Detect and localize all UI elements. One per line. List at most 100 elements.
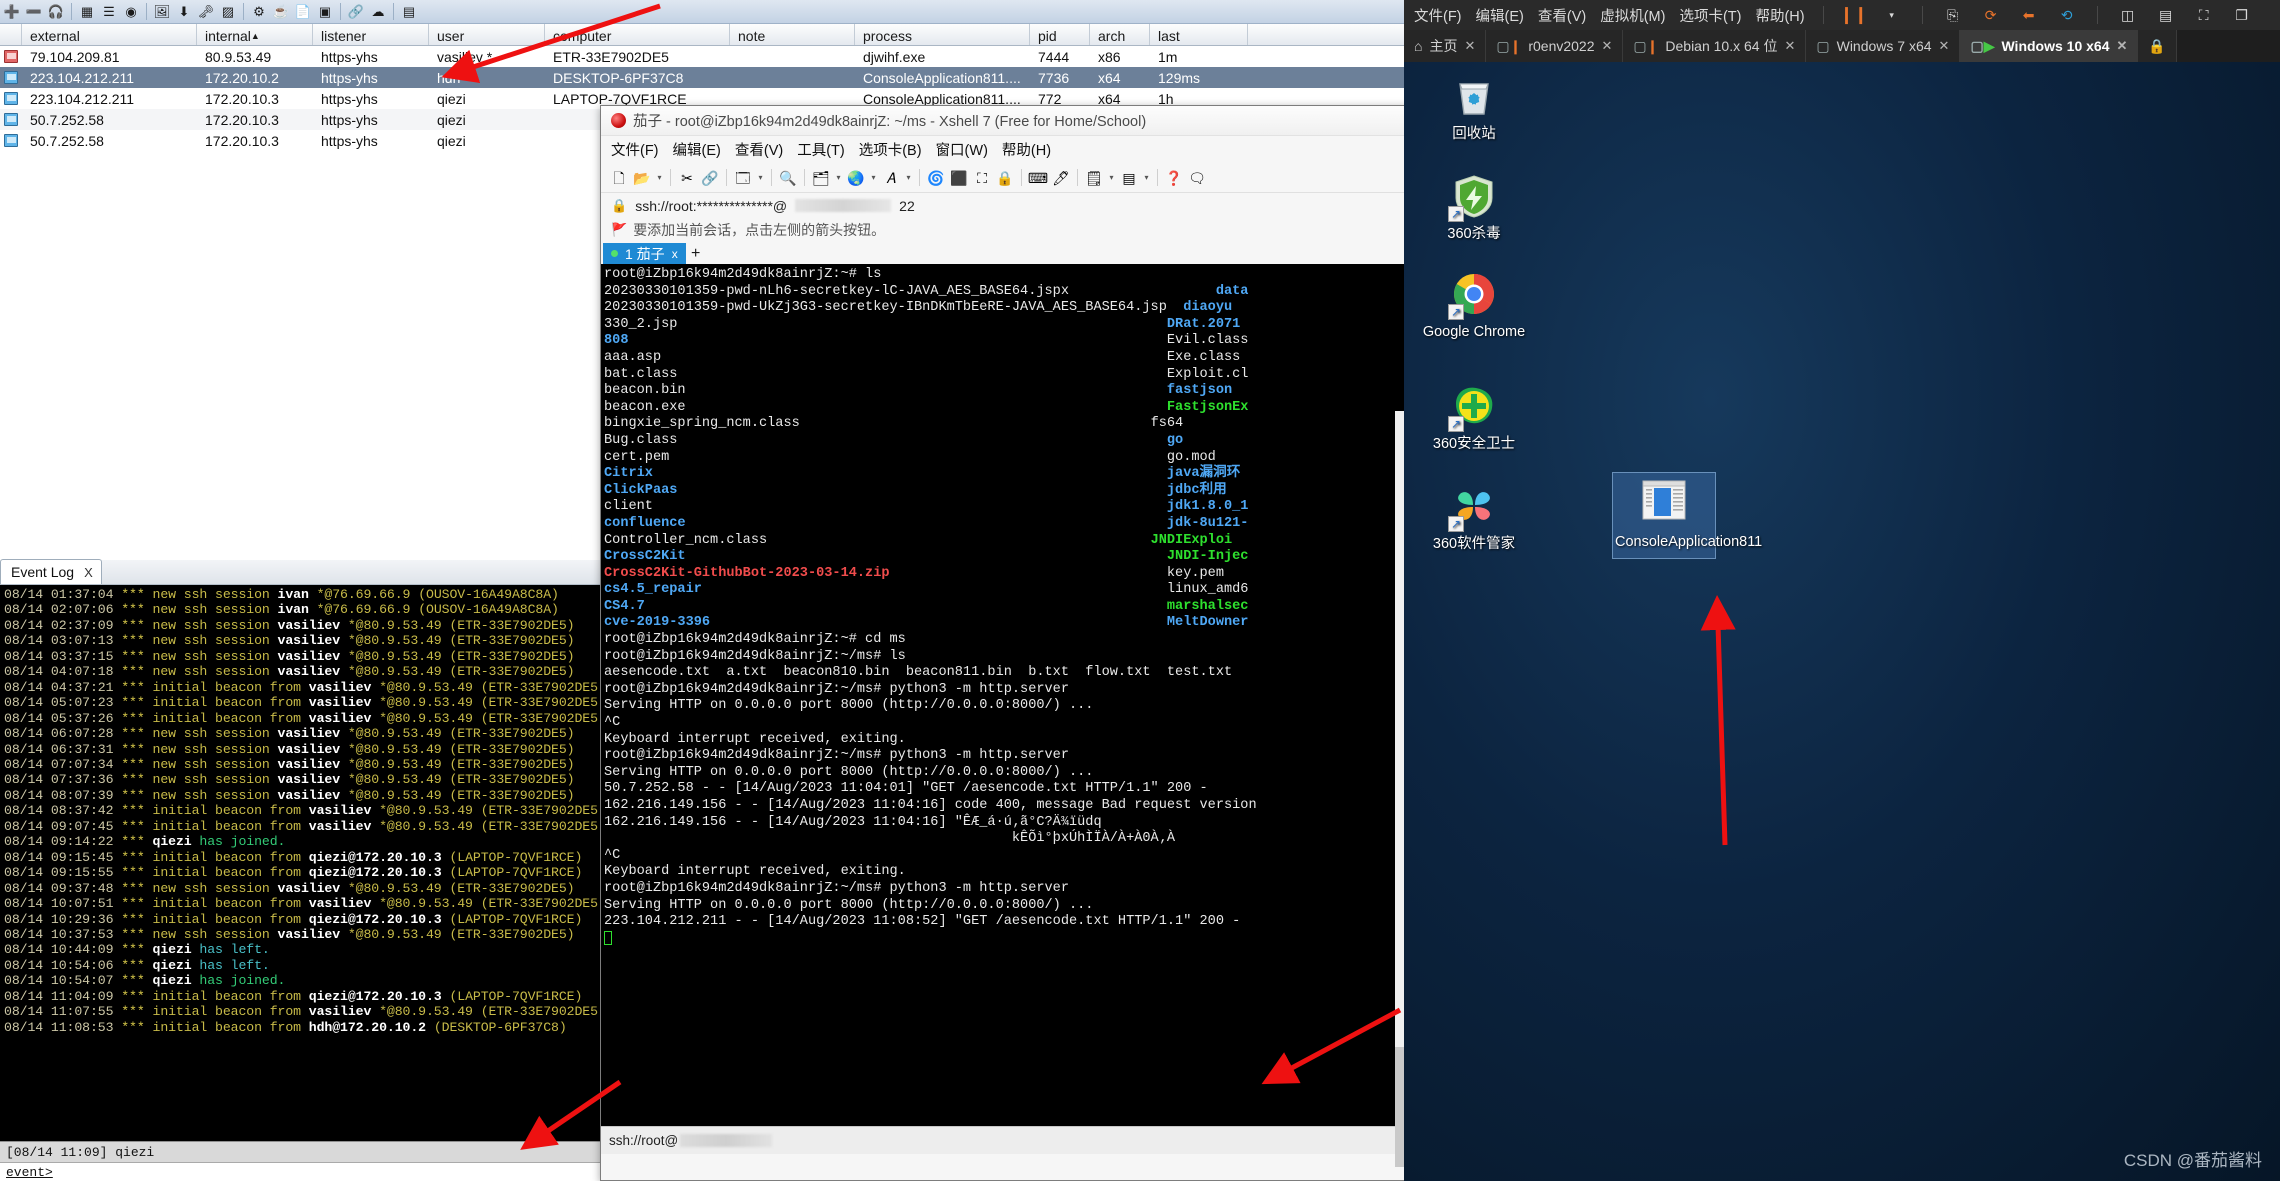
find-icon[interactable]: 🔍 <box>778 168 798 188</box>
windows-desktop[interactable]: 回收站 ↗ 360杀毒 ↗ Google Chrome ↗ 360安全卫士 ↗ … <box>1404 62 2280 1181</box>
cloud-icon[interactable]: ☁ <box>368 2 388 21</box>
snapshot-icon[interactable]: ⎘ <box>1941 4 1965 26</box>
keyboard-icon[interactable]: ⌨ <box>1028 168 1048 188</box>
close-icon[interactable]: ✕ <box>1464 38 1475 54</box>
highlight-icon[interactable]: 🖊 <box>1051 168 1071 188</box>
column-header-internal[interactable]: internal ▲ <box>197 24 313 45</box>
new-session-icon[interactable]: 🗋 <box>609 168 629 188</box>
column-header-user[interactable]: user <box>429 24 545 45</box>
vmware-menu-选项卡t[interactable]: 选项卡(T) <box>1679 5 1741 26</box>
session-properties-icon[interactable]: 🗔 <box>733 168 753 188</box>
close-icon[interactable]: X <box>84 565 93 580</box>
snapshot-manager-icon[interactable]: ⟲ <box>2055 4 2079 26</box>
add-note-icon[interactable]: 🗒 <box>1084 168 1104 188</box>
close-icon[interactable]: ✕ <box>1784 38 1795 54</box>
credentials-icon[interactable]: 🗝 <box>196 2 216 21</box>
disconnect-icon[interactable]: ➖ <box>24 2 44 21</box>
vmware-tab-1[interactable]: ▢❙ r0env2022 ✕ <box>1486 30 1624 62</box>
xshell-address-bar[interactable]: 🔒 ssh://root:**************@ 22 <box>601 193 1409 218</box>
xshell-menu-文件f[interactable]: 文件(F) <box>611 139 659 160</box>
column-header-last[interactable]: last <box>1150 24 1248 45</box>
tab-event-log[interactable]: Event Log X <box>0 559 102 584</box>
fullscreen-icon[interactable]: ⛶ <box>972 168 992 188</box>
xshell-menu-帮助h[interactable]: 帮助(H) <box>1002 139 1051 160</box>
snapshot-revert-icon[interactable]: ⬅ <box>2017 4 2041 26</box>
xshell-session-tab[interactable]: 1 茄子 x <box>603 243 686 264</box>
desktop-icon-console-application811[interactable]: ConsoleApplication811 <box>1612 472 1762 559</box>
help-icon[interactable]: ▤ <box>399 2 419 21</box>
new-connection-icon[interactable]: ➕ <box>2 2 22 21</box>
xshell-terminal[interactable]: root@iZbp16k94m2d49dk8ainrjZ:~# ls 202303… <box>601 264 1409 1126</box>
change-view-icon[interactable]: ▦ <box>77 2 97 21</box>
vmware-menu-文件f[interactable]: 文件(F) <box>1414 5 1462 26</box>
vmware-tab-0[interactable]: ⌂ 主页 ✕ <box>1404 30 1487 62</box>
xshell-menu-选项卡b[interactable]: 选项卡(B) <box>859 139 922 160</box>
vmware-tab-3[interactable]: ▢ Windows 7 x64 ✕ <box>1806 30 1961 62</box>
chevron-down-icon[interactable]: ▾ <box>756 168 765 188</box>
settings-icon[interactable]: ⚙ <box>249 2 269 21</box>
chevron-down-icon[interactable]: ▾ <box>1142 168 1151 188</box>
table-row[interactable]: 223.104.212.211 172.20.10.2 https-yhs hdh DE… <box>0 67 1404 88</box>
column-header-note[interactable]: note <box>730 24 855 45</box>
xshell-menu-编辑e[interactable]: 编辑(E) <box>673 139 721 160</box>
column-header-process[interactable]: process <box>855 24 1030 45</box>
open-folder-icon[interactable]: 📂 <box>632 168 652 188</box>
vmware-tab-2[interactable]: ▢❙ Debian 10.x 64 位 ✕ <box>1623 30 1807 62</box>
chevron-down-icon[interactable]: ▾ <box>869 168 878 188</box>
xshell-icon[interactable]: 🌀 <box>926 168 946 188</box>
layout-d-icon[interactable]: ❐ <box>2230 4 2254 26</box>
close-icon[interactable]: x <box>672 247 678 261</box>
targets-icon[interactable]: ☰ <box>99 2 119 21</box>
close-icon[interactable]: ✕ <box>1939 38 1950 54</box>
desktop-icon-360-antivirus[interactable]: ↗ 360杀毒 <box>1422 172 1526 243</box>
lock-icon[interactable]: 🔒 <box>995 168 1015 188</box>
download-icon[interactable]: ⬇ <box>174 2 194 21</box>
listeners-icon[interactable]: 🎧 <box>46 2 66 21</box>
vmware-menu-虚拟机m[interactable]: 虚拟机(M) <box>1600 5 1665 26</box>
reconnect-icon[interactable]: 🔗 <box>700 168 720 188</box>
console-icon[interactable]: ▣ <box>315 2 335 21</box>
vmware-menubar[interactable]: 文件(F) 编辑(E) 查看(V) 虚拟机(M) 选项卡(T) 帮助(H) ❙❙ ▾ ⎘ … <box>1404 0 2280 30</box>
payload-icon[interactable]: 🖼 <box>152 2 172 21</box>
help-icon[interactable]: ❓ <box>1164 168 1184 188</box>
vmware-tab-4[interactable]: ▢▶ Windows 10 x64 ✕ <box>1960 30 2139 62</box>
layout-c-icon[interactable]: ⛶ <box>2192 4 2216 26</box>
xshell-menubar[interactable]: 文件(F) 编辑(E) 查看(V) 工具(T) 选项卡(B) 窗口(W) 帮助(H) <box>601 136 1409 163</box>
column-header-arch[interactable]: arch <box>1090 24 1150 45</box>
column-header-computer[interactable]: computer <box>545 24 730 45</box>
layout-a-icon[interactable]: ◫ <box>2116 4 2140 26</box>
table-row[interactable]: 79.104.209.81 80.9.53.49 https-yhs vasiliev… <box>0 46 1404 67</box>
desktop-icon-recycle-bin[interactable]: 回收站 <box>1422 72 1526 143</box>
xshell-menu-窗口w[interactable]: 窗口(W) <box>936 139 988 160</box>
xshell-menu-工具t[interactable]: 工具(T) <box>797 139 845 160</box>
close-icon[interactable]: ✕ <box>2117 38 2128 54</box>
split-layout-icon[interactable]: ▤ <box>1119 168 1139 188</box>
vmware-tabbar[interactable]: ⌂ 主页 ✕ ▢❙ r0env2022 ✕ ▢❙ Debian 10.x 64 位 ✕ ▢ Wind… <box>1404 30 2280 62</box>
vmware-menu-查看v[interactable]: 查看(V) <box>1538 5 1586 26</box>
vmware-tab-overflow[interactable]: 🔒 <box>2138 30 2177 62</box>
snapshot-take-icon[interactable]: ⟳ <box>1979 4 2003 26</box>
column-header-external[interactable]: external <box>22 24 197 45</box>
file-transfer-icon[interactable]: 🗂 <box>811 168 831 188</box>
chevron-down-icon[interactable]: ▾ <box>1107 168 1116 188</box>
close-icon[interactable]: ✕ <box>1602 38 1613 54</box>
java-icon[interactable]: ☕ <box>271 2 291 21</box>
column-header-pid[interactable]: pid <box>1030 24 1090 45</box>
desktop-icon-360-software[interactable]: ↗ 360软件管家 <box>1422 482 1526 553</box>
desktop-icon-360-safe[interactable]: ↗ 360安全卫士 <box>1422 382 1526 453</box>
vmware-menu-编辑e[interactable]: 编辑(E) <box>1476 5 1524 26</box>
screenshot-icon[interactable]: ▨ <box>218 2 238 21</box>
globe-icon[interactable]: 🌏 <box>846 168 866 188</box>
column-header-listener[interactable]: listener <box>313 24 429 45</box>
chevron-down-icon[interactable]: ▾ <box>904 168 913 188</box>
layout-b-icon[interactable]: ▤ <box>2154 4 2178 26</box>
vmware-menu-帮助h[interactable]: 帮助(H) <box>1755 5 1804 26</box>
crosshair-icon[interactable]: ◉ <box>121 2 141 21</box>
font-icon[interactable]: 𝐴 <box>881 168 901 188</box>
desktop-icon-google-chrome[interactable]: ↗ Google Chrome <box>1422 270 1526 341</box>
pause-icon[interactable]: ❙❙ <box>1839 4 1868 26</box>
disconnect-icon[interactable]: ✂ <box>677 168 697 188</box>
feedback-icon[interactable]: 🗨 <box>1187 168 1207 188</box>
new-tab-button[interactable]: + <box>686 243 706 264</box>
link-icon[interactable]: 🔗 <box>346 2 366 21</box>
